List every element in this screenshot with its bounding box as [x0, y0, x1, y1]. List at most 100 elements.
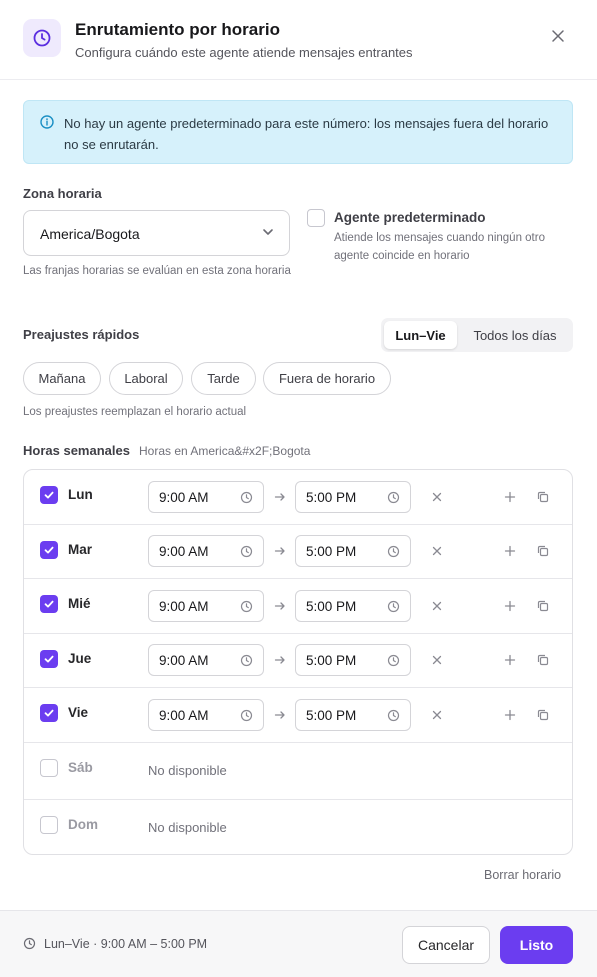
- arrow-right-icon: [274, 490, 286, 508]
- day-row-lun: Lun 9:00 AM 5:00 PM: [24, 470, 572, 525]
- add-slot-icon[interactable]: [499, 486, 521, 508]
- timezone-hint: Las franjas horarias se evalúan en esta …: [23, 265, 291, 277]
- day-row-mar: Mar 9:00 AM 5:00 PM: [24, 525, 572, 579]
- preset-after-hours-button[interactable]: Fuera de horario: [263, 362, 391, 395]
- segment-weekdays[interactable]: Lun–Vie: [384, 321, 457, 349]
- remove-slot-icon[interactable]: [426, 649, 448, 671]
- day-label: Jue: [68, 651, 92, 666]
- preset-segmented-control: Lun–Vie Todos los días: [381, 318, 573, 352]
- start-time-value: 9:00 AM: [159, 490, 209, 505]
- dialog-header: Enrutamiento por horario Configura cuánd…: [0, 0, 597, 80]
- info-text: No hay un agente predeterminado para est…: [64, 116, 549, 152]
- weekly-hours-timezone: Horas en America&#x2F;Bogota: [139, 444, 311, 458]
- day-checkbox[interactable]: [40, 704, 58, 722]
- clock-icon: [240, 491, 253, 509]
- unavailable-text: No disponible: [148, 820, 227, 835]
- add-slot-icon[interactable]: [499, 595, 521, 617]
- day-label: Lun: [68, 487, 93, 502]
- clock-icon: [387, 491, 400, 509]
- end-time-value: 5:00 PM: [306, 599, 357, 614]
- clock-icon: [23, 19, 61, 57]
- remove-slot-icon[interactable]: [426, 540, 448, 562]
- start-time-value: 9:00 AM: [159, 544, 209, 559]
- default-agent-description: Atiende los mensajes cuando ningún otro …: [334, 232, 545, 262]
- day-label: Mar: [68, 542, 93, 557]
- end-time-input[interactable]: 5:00 PM: [295, 481, 411, 513]
- arrow-right-icon: [274, 708, 286, 726]
- clock-icon: [387, 600, 400, 618]
- copy-icon[interactable]: [532, 486, 554, 508]
- close-icon[interactable]: [547, 25, 569, 47]
- clock-icon: [23, 937, 36, 955]
- timezone-label: Zona horaria: [23, 186, 102, 201]
- end-time-input[interactable]: 5:00 PM: [295, 535, 411, 567]
- day-row-vie: Vie 9:00 AM 5:00 PM: [24, 688, 572, 743]
- dialog-footer: Lun–Vie · 9:00 AM – 5:00 PM Cancelar Lis…: [0, 910, 597, 977]
- dialog-title: Enrutamiento por horario: [75, 20, 280, 39]
- start-time-input[interactable]: 9:00 AM: [148, 590, 264, 622]
- copy-icon[interactable]: [532, 595, 554, 617]
- end-time-value: 5:00 PM: [306, 544, 357, 559]
- end-time-input[interactable]: 5:00 PM: [295, 699, 411, 731]
- day-row-sab: Sáb No disponible: [24, 743, 572, 800]
- start-time-input[interactable]: 9:00 AM: [148, 699, 264, 731]
- weekly-hours-label: Horas semanales: [23, 443, 130, 458]
- remove-slot-icon[interactable]: [426, 486, 448, 508]
- cancel-button[interactable]: Cancelar: [402, 926, 490, 964]
- day-label: Dom: [68, 817, 98, 832]
- dialog-subtitle: Configura cuándo este agente atiende men…: [75, 45, 413, 60]
- end-time-value: 5:00 PM: [306, 653, 357, 668]
- end-time-input[interactable]: 5:00 PM: [295, 644, 411, 676]
- segment-every-day[interactable]: Todos los días: [461, 321, 569, 349]
- start-time-value: 9:00 AM: [159, 599, 209, 614]
- start-time-input[interactable]: 9:00 AM: [148, 481, 264, 513]
- clock-icon: [240, 709, 253, 727]
- info-icon: [40, 115, 54, 134]
- presets-label: Preajustes rápidos: [23, 327, 140, 342]
- preset-business-button[interactable]: Laboral: [109, 362, 183, 395]
- remove-slot-icon[interactable]: [426, 595, 448, 617]
- end-time-value: 5:00 PM: [306, 490, 357, 505]
- done-button[interactable]: Listo: [500, 926, 573, 964]
- day-checkbox[interactable]: [40, 650, 58, 668]
- day-checkbox[interactable]: [40, 759, 58, 777]
- day-checkbox[interactable]: [40, 486, 58, 504]
- end-time-value: 5:00 PM: [306, 708, 357, 723]
- info-banner: No hay un agente predeterminado para est…: [23, 100, 573, 164]
- clock-icon: [387, 709, 400, 727]
- add-slot-icon[interactable]: [499, 540, 521, 562]
- timezone-select[interactable]: America/Bogota: [23, 210, 290, 256]
- schedule-dialog: Enrutamiento por horario Configura cuánd…: [0, 0, 597, 977]
- clock-icon: [240, 545, 253, 563]
- remove-slot-icon[interactable]: [426, 704, 448, 726]
- start-time-value: 9:00 AM: [159, 653, 209, 668]
- arrow-right-icon: [274, 599, 286, 617]
- day-row-mie: Mié 9:00 AM 5:00 PM: [24, 579, 572, 634]
- clock-icon: [240, 600, 253, 618]
- end-time-input[interactable]: 5:00 PM: [295, 590, 411, 622]
- day-checkbox[interactable]: [40, 816, 58, 834]
- default-agent-title: Agente predeterminado: [334, 210, 486, 225]
- start-time-input[interactable]: 9:00 AM: [148, 535, 264, 567]
- day-checkbox[interactable]: [40, 541, 58, 559]
- schedule-summary: Lun–Vie · 9:00 AM – 5:00 PM: [44, 937, 208, 951]
- add-slot-icon[interactable]: [499, 649, 521, 671]
- arrow-right-icon: [274, 653, 286, 671]
- start-time-value: 9:00 AM: [159, 708, 209, 723]
- day-row-dom: Dom No disponible: [24, 800, 572, 854]
- start-time-input[interactable]: 9:00 AM: [148, 644, 264, 676]
- copy-icon[interactable]: [532, 704, 554, 726]
- copy-icon[interactable]: [532, 649, 554, 671]
- day-row-jue: Jue 9:00 AM 5:00 PM: [24, 634, 572, 688]
- day-label: Sáb: [68, 760, 93, 775]
- day-checkbox[interactable]: [40, 595, 58, 613]
- add-slot-icon[interactable]: [499, 704, 521, 726]
- chevron-down-icon: [261, 225, 275, 244]
- preset-morning-button[interactable]: Mañana: [23, 362, 101, 395]
- unavailable-text: No disponible: [148, 763, 227, 778]
- copy-icon[interactable]: [532, 540, 554, 562]
- preset-afternoon-button[interactable]: Tarde: [191, 362, 256, 395]
- default-agent-checkbox[interactable]: [307, 209, 325, 227]
- clock-icon: [387, 545, 400, 563]
- clear-schedule-link[interactable]: Borrar horario: [484, 868, 561, 882]
